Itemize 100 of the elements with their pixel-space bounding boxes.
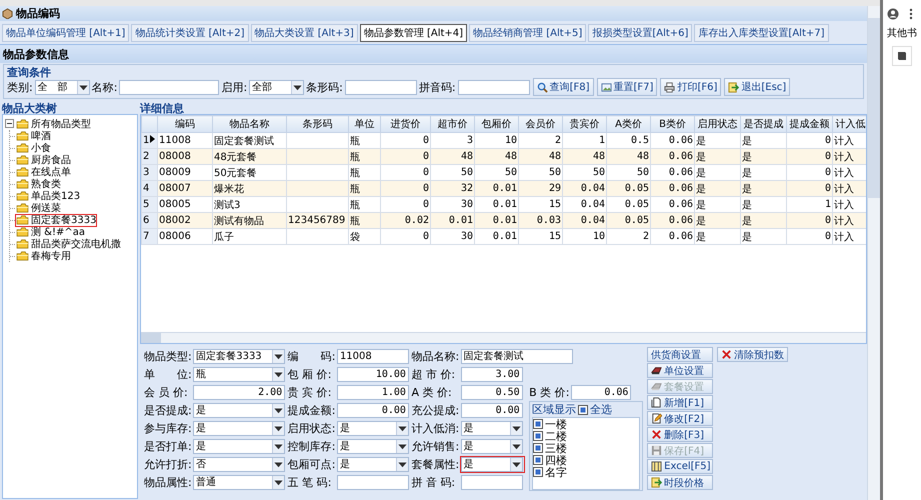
dropdown-field[interactable]: 是 — [193, 438, 286, 454]
checkbox[interactable] — [533, 467, 544, 477]
column-header[interactable]: 贵宾价 — [562, 116, 606, 132]
input-field[interactable] — [119, 80, 220, 94]
action-button[interactable]: 修改[F2] — [647, 411, 714, 426]
dropdown-field[interactable]: 是 — [460, 456, 523, 472]
tree-item[interactable]: 熟食类 — [15, 178, 62, 190]
toolbar-button[interactable]: 退出[Esc] — [724, 78, 790, 96]
dropdown-field[interactable]: 是 — [460, 420, 523, 436]
row-header[interactable]: 5 — [142, 196, 158, 212]
input-field[interactable]: 11008 — [336, 348, 409, 364]
action-button[interactable]: 删除[F3] — [647, 427, 714, 442]
tree-item[interactable]: 单品类123 — [15, 190, 82, 202]
row-header[interactable]: 1 — [142, 132, 158, 148]
checkbox-label[interactable]: 全选 — [590, 402, 612, 417]
checkbox-label[interactable]: 二楼 — [545, 428, 568, 444]
action-button[interactable]: 时段价格 — [647, 475, 714, 490]
checkbox-label[interactable]: 一楼 — [545, 416, 568, 432]
tab[interactable]: 报损类型设置[Alt+6] — [588, 24, 692, 42]
bookmark-button[interactable] — [892, 46, 912, 66]
column-header[interactable]: A类价 — [606, 116, 650, 132]
row-header[interactable]: 7 — [142, 228, 158, 244]
dropdown-field[interactable]: 普通 — [193, 474, 286, 490]
user-icon[interactable] — [887, 8, 899, 20]
action-button[interactable]: 清除预扣数 — [717, 347, 788, 362]
input-field[interactable]: 0.06 — [571, 384, 632, 400]
toolbar-button[interactable]: 打印[F6] — [660, 78, 722, 96]
column-header[interactable]: 进货价 — [380, 116, 430, 132]
tab[interactable]: 物品单位编码管理 [Alt+1] — [2, 24, 130, 42]
tab[interactable]: 物品参数管理 [Alt+4] — [360, 24, 468, 42]
dropdown-field[interactable]: 瓶 — [193, 366, 286, 382]
horizontal-scrollbar[interactable] — [141, 332, 866, 343]
dropdown-field[interactable]: 是 — [336, 438, 409, 454]
column-header[interactable]: 计入低 — [832, 116, 866, 132]
tree-item[interactable]: 甜品类萨交流电机撒 — [15, 238, 122, 250]
tab[interactable]: 物品经销商管理 [Alt+5] — [469, 24, 586, 42]
dropdown-field[interactable]: 固定套餐3333 — [193, 348, 286, 364]
tree-item[interactable]: 厨房食品 — [15, 154, 72, 166]
column-header[interactable]: 会员价 — [518, 116, 562, 132]
action-button[interactable]: 新增[F1] — [647, 395, 714, 410]
input-field[interactable] — [344, 80, 417, 94]
column-header[interactable]: 条形码 — [286, 116, 348, 132]
input-field[interactable]: 1.00 — [336, 384, 409, 400]
column-header[interactable]: 超市价 — [430, 116, 474, 132]
checkbox-label[interactable]: 四楼 — [545, 452, 568, 468]
row-header[interactable]: 6 — [142, 212, 158, 228]
dropdown-field[interactable]: 是 — [193, 420, 286, 436]
checkbox-label[interactable]: 名字 — [545, 464, 568, 480]
input-field[interactable]: 0.00 — [460, 402, 523, 418]
column-header[interactable]: 单位 — [348, 116, 380, 132]
input-field[interactable]: 10.00 — [336, 366, 409, 382]
tree-item[interactable]: 在线点单 — [15, 166, 72, 178]
row-header[interactable]: 2 — [142, 148, 158, 164]
bookmarks-label[interactable]: 其他书 — [887, 26, 917, 40]
tree-item[interactable]: 例送菜 — [15, 202, 62, 214]
column-header[interactable]: 包厢价 — [474, 116, 518, 132]
dropdown-field[interactable]: 是 — [336, 420, 409, 436]
tree-item[interactable]: 春梅专用 — [15, 250, 72, 262]
column-header[interactable]: 启用状态 — [694, 116, 740, 132]
checkbox[interactable] — [578, 404, 588, 414]
column-header[interactable]: 是否提成 — [740, 116, 786, 132]
dropdown-field[interactable]: 否 — [193, 456, 286, 472]
column-header[interactable]: 物品名称 — [212, 116, 286, 132]
dropdown-field[interactable]: 全 部 — [34, 80, 90, 94]
toolbar-button[interactable]: 查询[F8] — [532, 78, 594, 96]
checkbox[interactable] — [533, 455, 544, 465]
toolbar-button[interactable]: 重置[F7] — [596, 78, 658, 96]
tab[interactable]: 物品大类设置 [Alt+3] — [250, 24, 358, 42]
tab[interactable]: 库存出入库类型设置[Alt+7] — [694, 24, 829, 42]
action-button[interactable]: Excel[F5] — [647, 459, 714, 474]
tree-item[interactable]: 固定套餐3333 — [15, 214, 98, 226]
checkbox[interactable] — [533, 431, 544, 441]
tree-item[interactable]: 所有物品类型 — [31, 116, 91, 130]
input-field[interactable]: 固定套餐测试 — [460, 348, 573, 364]
collapse-icon[interactable] — [5, 119, 14, 128]
row-header[interactable]: 4 — [142, 180, 158, 196]
checkbox[interactable] — [533, 419, 544, 429]
column-header[interactable]: 编码 — [158, 116, 212, 132]
input-field[interactable] — [458, 80, 530, 94]
tree-item[interactable]: 小食 — [15, 142, 52, 154]
checkbox[interactable] — [533, 443, 544, 453]
input-field[interactable] — [336, 474, 409, 490]
vertical-scrollbar[interactable] — [867, 6, 880, 500]
dropdown-field[interactable]: 是 — [193, 402, 286, 418]
action-button[interactable]: 单位设置 — [647, 363, 714, 378]
tree-item[interactable]: 测 &!#^aa — [15, 226, 86, 238]
column-header[interactable]: B类价 — [650, 116, 694, 132]
input-field[interactable]: 0.00 — [336, 402, 409, 418]
column-header[interactable]: 提成金额 — [786, 116, 832, 132]
checkbox-label[interactable]: 三楼 — [545, 440, 568, 456]
input-field[interactable]: 2.00 — [193, 384, 286, 400]
input-field[interactable]: 3.00 — [460, 366, 523, 382]
input-field[interactable] — [460, 474, 523, 490]
row-header[interactable]: 3 — [142, 164, 158, 180]
dropdown-field[interactable]: 全部 — [249, 80, 304, 94]
tab[interactable]: 物品统计类设置 [Alt+2] — [131, 24, 249, 42]
tree-item[interactable]: 啤酒 — [15, 130, 52, 142]
dropdown-field[interactable]: 是 — [336, 456, 409, 472]
input-field[interactable]: 0.50 — [460, 384, 523, 400]
dropdown-field[interactable]: 是 — [460, 438, 523, 454]
